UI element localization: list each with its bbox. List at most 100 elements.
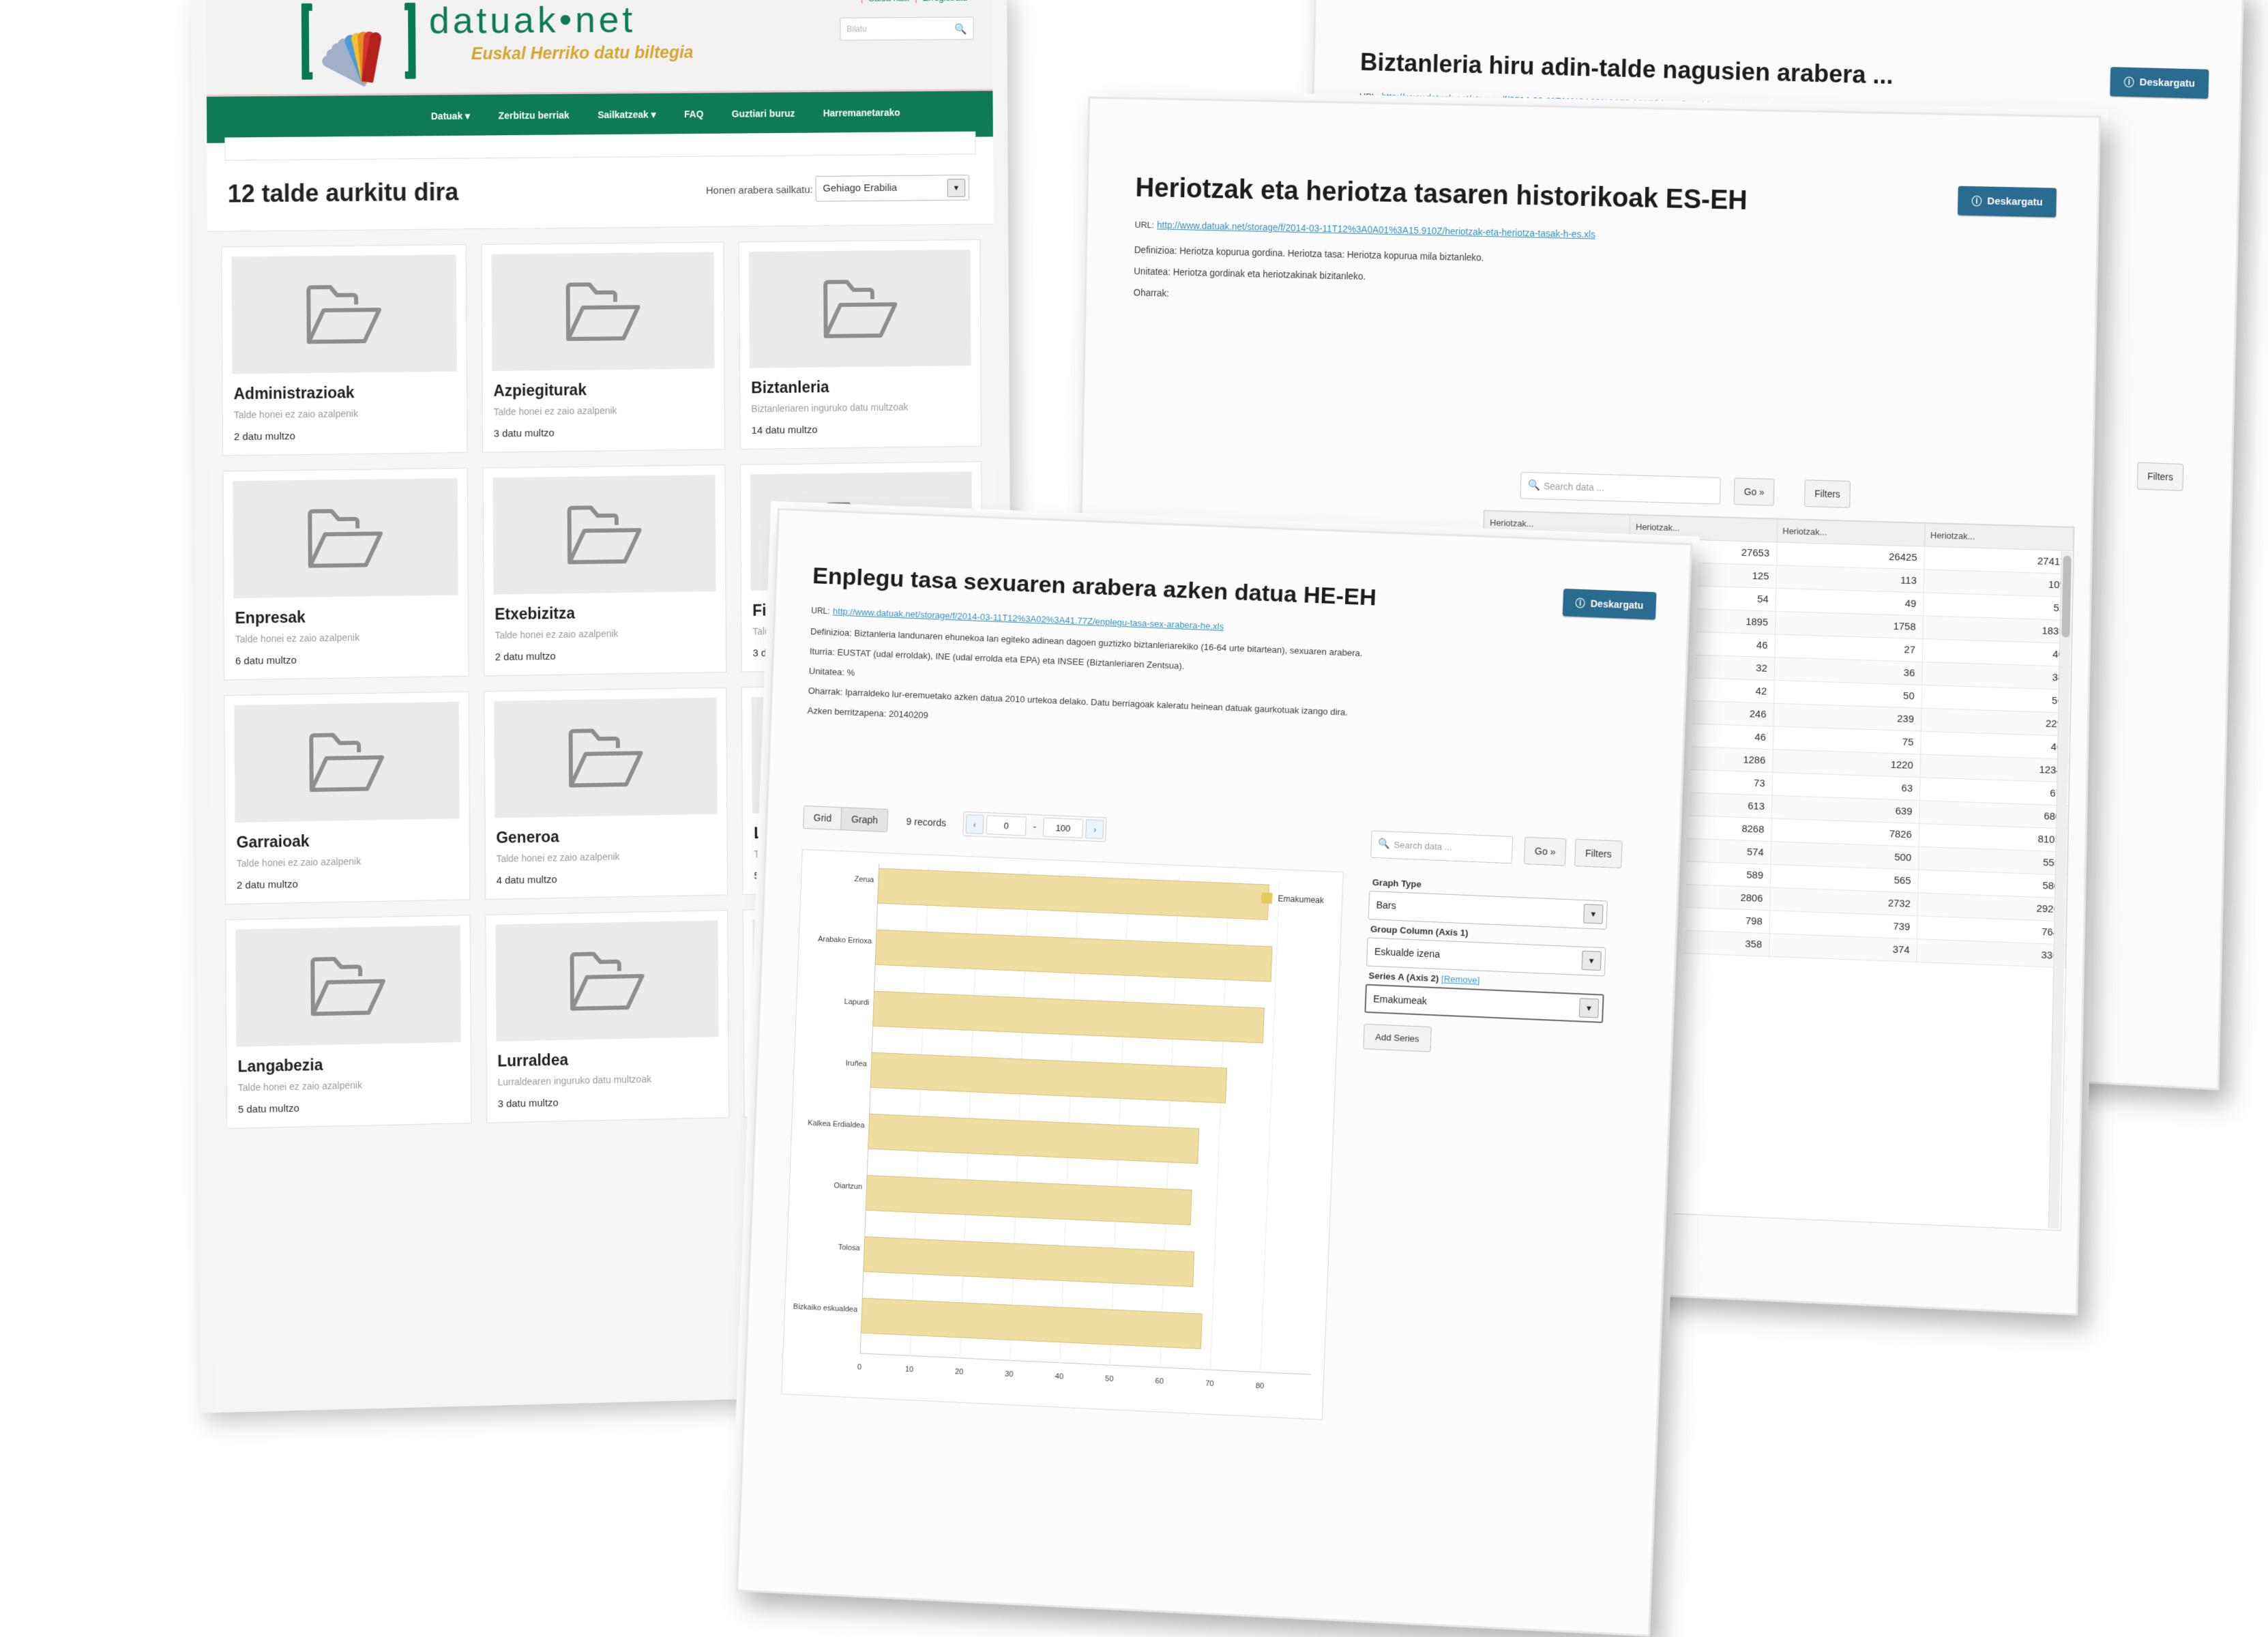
chevron-down-icon: ▼ (1579, 998, 1600, 1018)
chart-category-label: Bizkaiko eskualdea (786, 1302, 857, 1314)
chart-bar[interactable] (877, 868, 1269, 920)
folder-icon (306, 506, 385, 570)
series-a-select[interactable]: Emakumeak ▼ (1364, 984, 1604, 1023)
download-button[interactable]: ⓘ Deskargatu (2110, 67, 2209, 99)
employment-go-button[interactable]: Go » (1524, 837, 1567, 866)
url-label: URL: (1359, 91, 1379, 102)
group-column-select[interactable]: Eskualde izena ▼ (1366, 937, 1606, 976)
group-thumbnail (491, 252, 715, 371)
graph-type-value: Bars (1376, 899, 1396, 911)
folder-icon (309, 954, 388, 1018)
nav-item-harremanetarako[interactable]: Harremanetarako (823, 107, 900, 119)
population-filters-button[interactable]: Filters (2137, 462, 2184, 491)
url-label: URL: (1134, 220, 1154, 230)
group-card[interactable]: Etxebizitza Talde honei ez zaio azalpeni… (482, 464, 726, 676)
graph-type-select[interactable]: Bars ▼ (1368, 891, 1608, 930)
group-name: Generoa (496, 825, 718, 847)
group-card[interactable]: Administrazioak Talde honei ez zaio azal… (221, 244, 467, 456)
group-dataset-count: 2 datu multzo (495, 648, 717, 663)
dataset-url-link[interactable]: http://www.datuak.net/storage/f/2014-03-… (1157, 220, 1595, 240)
sort-label: Honen arabera sailkatu: (706, 184, 813, 196)
group-description: Talde honei ez zaio azalpenik (493, 403, 715, 419)
employment-search-input[interactable]: 🔍 Search data ... (1370, 830, 1513, 864)
group-card[interactable]: Langabezia Talde honei ez zaio azalpenik… (225, 915, 471, 1128)
chart-plot-area: Zerua Arabako Errioxa Lapurdi Iruñea Kal… (860, 864, 1330, 1375)
download-icon: ⓘ (1575, 596, 1585, 610)
sort-select[interactable]: Gehiago Erabilia ▼ (815, 175, 969, 202)
brand-wordmark: datuak•net (429, 0, 636, 42)
page-prev-button[interactable]: ‹ (965, 814, 984, 834)
group-description: Talde honei ez zaio azalpenik (234, 406, 457, 422)
folder-icon (305, 282, 384, 346)
chart-x-tick: 60 (1155, 1377, 1164, 1386)
nav-item-datuak[interactable]: Datuak ▾ (431, 110, 470, 122)
bracket-left-icon (301, 3, 313, 80)
group-dataset-count: 6 datu multzo (235, 652, 458, 667)
search-icon: 🔍 (954, 23, 967, 35)
employment-filters-button[interactable]: Filters (1574, 839, 1623, 868)
download-button[interactable]: ⓘ Deskargatu (1562, 589, 1656, 620)
cell: 374 (1769, 934, 1917, 962)
chart-x-tick: 10 (905, 1366, 914, 1374)
chart-bar[interactable] (861, 1298, 1203, 1349)
group-description: Talde honei ez zaio azalpenik (238, 1076, 461, 1094)
graph-controls-panel: 🔍 Search data ... Go » Filters Graph Typ… (1363, 873, 1647, 1061)
folder-icon (565, 503, 644, 566)
group-card[interactable]: Azpiegiturak Talde honei ez zaio azalpen… (481, 242, 725, 453)
group-name: Etxebizitza (495, 602, 716, 624)
download-button[interactable]: ⓘ Deskargatu (1958, 186, 2057, 218)
deaths-go-button[interactable]: Go » (1734, 477, 1775, 505)
site-search-input[interactable]: Bilatu 🔍 (840, 17, 973, 41)
deaths-filters-button[interactable]: Filters (1804, 480, 1851, 508)
chart-x-axis (860, 1353, 1312, 1375)
search-icon: 🔍 (1378, 838, 1390, 850)
page-from-input[interactable]: 0 (986, 815, 1027, 836)
series-a-remove-link[interactable]: [Remove] (1441, 973, 1480, 986)
dataset-title: Heriotzak eta heriotza tasaren historiko… (1135, 173, 2065, 222)
chart-bar[interactable] (875, 930, 1273, 982)
tab-graph[interactable]: Graph (841, 808, 887, 831)
nav-item-guztiari-buruz[interactable]: Guztiari buruz (732, 108, 795, 120)
chart-bar[interactable] (872, 991, 1265, 1044)
chart-category-label: Zerua (803, 873, 874, 884)
group-card[interactable]: Enpresak Talde honei ez zaio azalpenik 6… (222, 468, 469, 680)
chevron-down-icon: ▼ (947, 179, 966, 197)
group-card[interactable]: Biztanleria Biztanleriaren inguruko datu… (739, 239, 982, 449)
pagination: ‹ 0 - 100 › (962, 812, 1107, 842)
register-link[interactable]: Erregistratu (915, 0, 973, 3)
dataset-url-link[interactable]: http://www.datuak.net/storage/f/2014-03-… (833, 606, 1224, 632)
chart-bar[interactable] (870, 1052, 1228, 1104)
series-a-value: Emakumeak (1373, 993, 1427, 1006)
auth-links: Saioa hasiErregistratu (861, 0, 974, 3)
tab-grid[interactable]: Grid (804, 806, 842, 829)
nav-item-faq[interactable]: FAQ (684, 108, 703, 120)
nav-item-zerbitzu-berriak[interactable]: Zerbitzu berriak (499, 110, 570, 122)
login-link[interactable]: Saioa hasi (861, 0, 915, 3)
page-next-button[interactable]: › (1086, 819, 1104, 839)
page-to-input[interactable]: 100 (1043, 817, 1083, 838)
population-filters-label: Filters (2147, 471, 2173, 482)
group-card[interactable]: Lurraldea Lurraldearen inguruko datu mul… (485, 910, 729, 1123)
add-series-label: Add Series (1375, 1032, 1419, 1044)
brand-tld: net (575, 0, 636, 40)
legend-swatch (1261, 892, 1273, 904)
legend-label: Emakumeak (1278, 894, 1324, 905)
group-name: Biztanleria (751, 377, 971, 397)
folder-icon (567, 726, 645, 789)
add-series-button[interactable]: Add Series (1363, 1024, 1431, 1052)
deaths-search-input[interactable]: 🔍 Search data ... (1520, 472, 1721, 505)
chart-category-label: Iruñea (796, 1057, 867, 1069)
tagline-main: Euskal Herriko (471, 44, 590, 63)
employment-content: Enplegu tasa sexuaren arabera azken datu… (807, 563, 1656, 750)
chart-x-tick: 80 (1256, 1382, 1265, 1391)
chart-category-label: Arabako Errioxa (801, 934, 872, 945)
nav-item-sailkatzeak[interactable]: Sailkatzeak ▾ (598, 109, 656, 121)
group-card[interactable]: Garraioak Talde honei ez zaio azalpenik … (224, 691, 470, 904)
download-button-label: Deskargatu (1987, 196, 2043, 209)
group-card[interactable]: Generoa Talde honei ez zaio azalpenik 4 … (484, 687, 728, 899)
group-name: Garraioak (236, 829, 459, 852)
site-logo[interactable]: datuak•net Euskal Herriko datu biltegia (301, 0, 721, 88)
scrollbar-thumb[interactable] (2061, 556, 2071, 638)
search-icon: 🔍 (1528, 479, 1541, 491)
deaths-search-placeholder: Search data ... (1544, 481, 1604, 493)
